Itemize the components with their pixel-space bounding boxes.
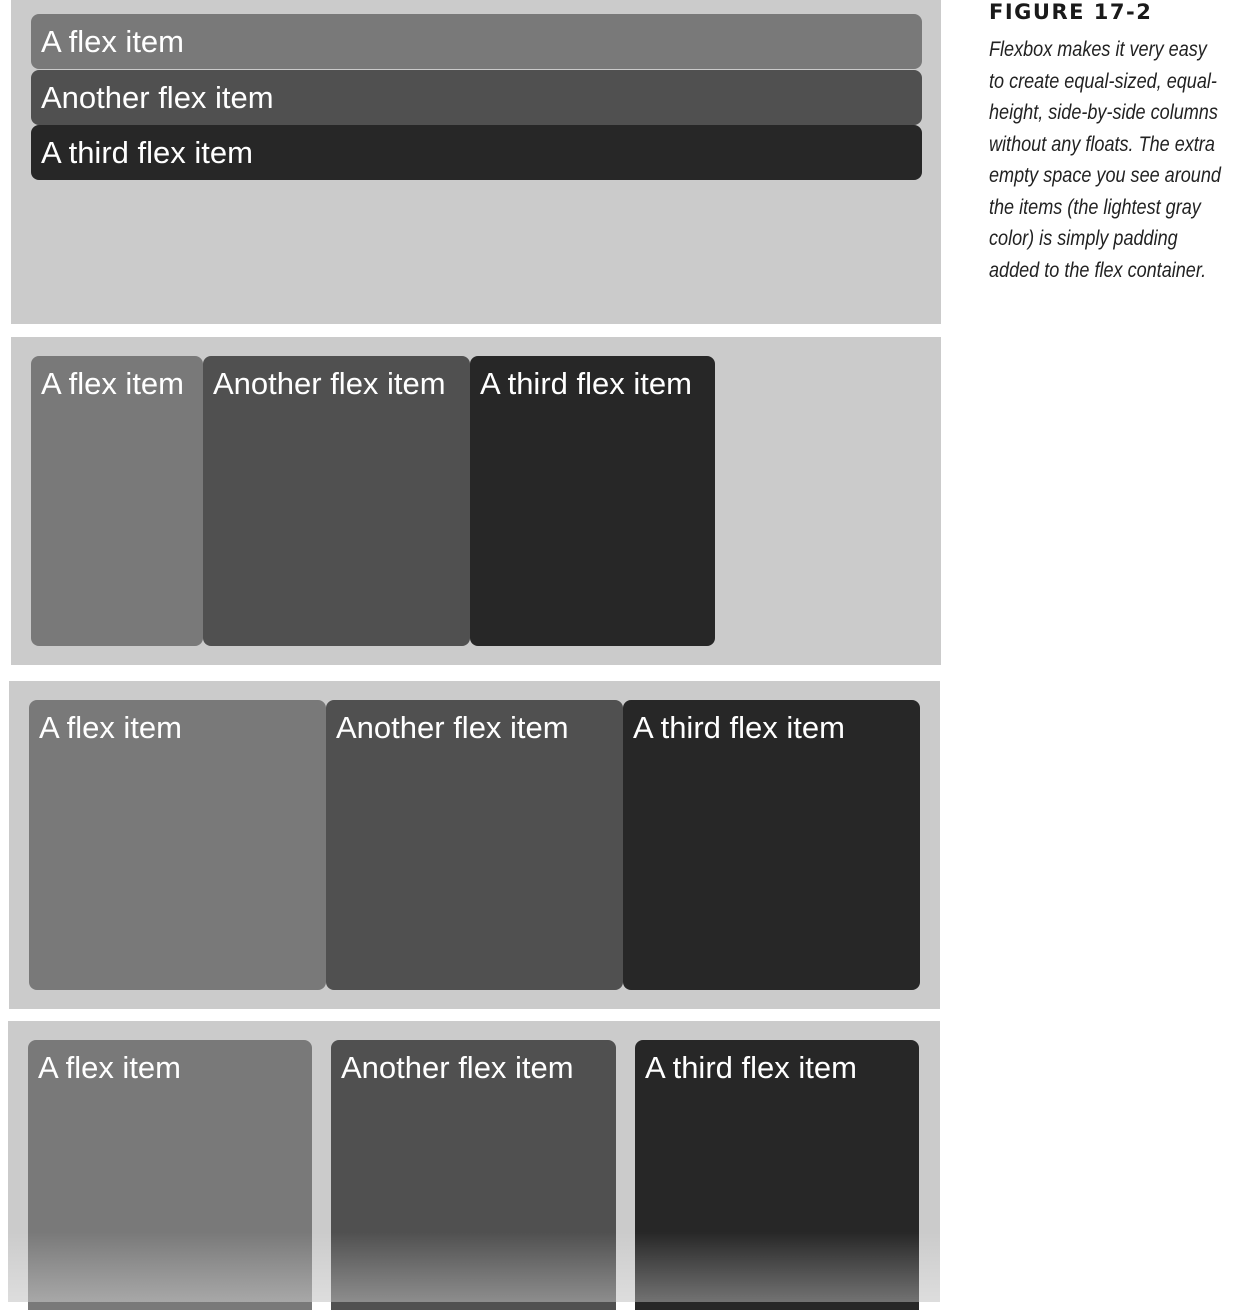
flex-container-auto-width: A flex item Another flex item A third fl… <box>11 337 941 665</box>
flex-item-3: A third flex item <box>470 356 715 646</box>
flex-item-3: A third flex item <box>31 125 922 180</box>
flex-item-3: A third flex item <box>635 1040 919 1310</box>
flex-item-1: A flex item <box>28 1040 312 1310</box>
flex-item-1: A flex item <box>31 14 922 69</box>
flex-item-2: Another flex item <box>326 700 623 990</box>
flex-item-3: A third flex item <box>623 700 920 990</box>
flex-container-spaced-columns: A flex item Another flex item A third fl… <box>8 1021 940 1310</box>
flex-item-2: Another flex item <box>31 70 922 125</box>
figure-caption: FIGURE 17-2 Flexbox makes it very easy t… <box>989 0 1239 286</box>
flex-item-2: Another flex item <box>203 356 470 646</box>
figure-label: FIGURE 17-2 <box>989 0 1153 24</box>
flex-item-1: A flex item <box>29 700 326 990</box>
flex-item-2: Another flex item <box>331 1040 616 1310</box>
flex-container-equal-columns: A flex item Another flex item A third fl… <box>9 681 940 1009</box>
flex-item-1: A flex item <box>31 356 203 646</box>
flex-container-stacked: A flex item Another flex item A third fl… <box>11 0 941 324</box>
figure-description: Flexbox makes it very easy to create equ… <box>989 38 1221 282</box>
